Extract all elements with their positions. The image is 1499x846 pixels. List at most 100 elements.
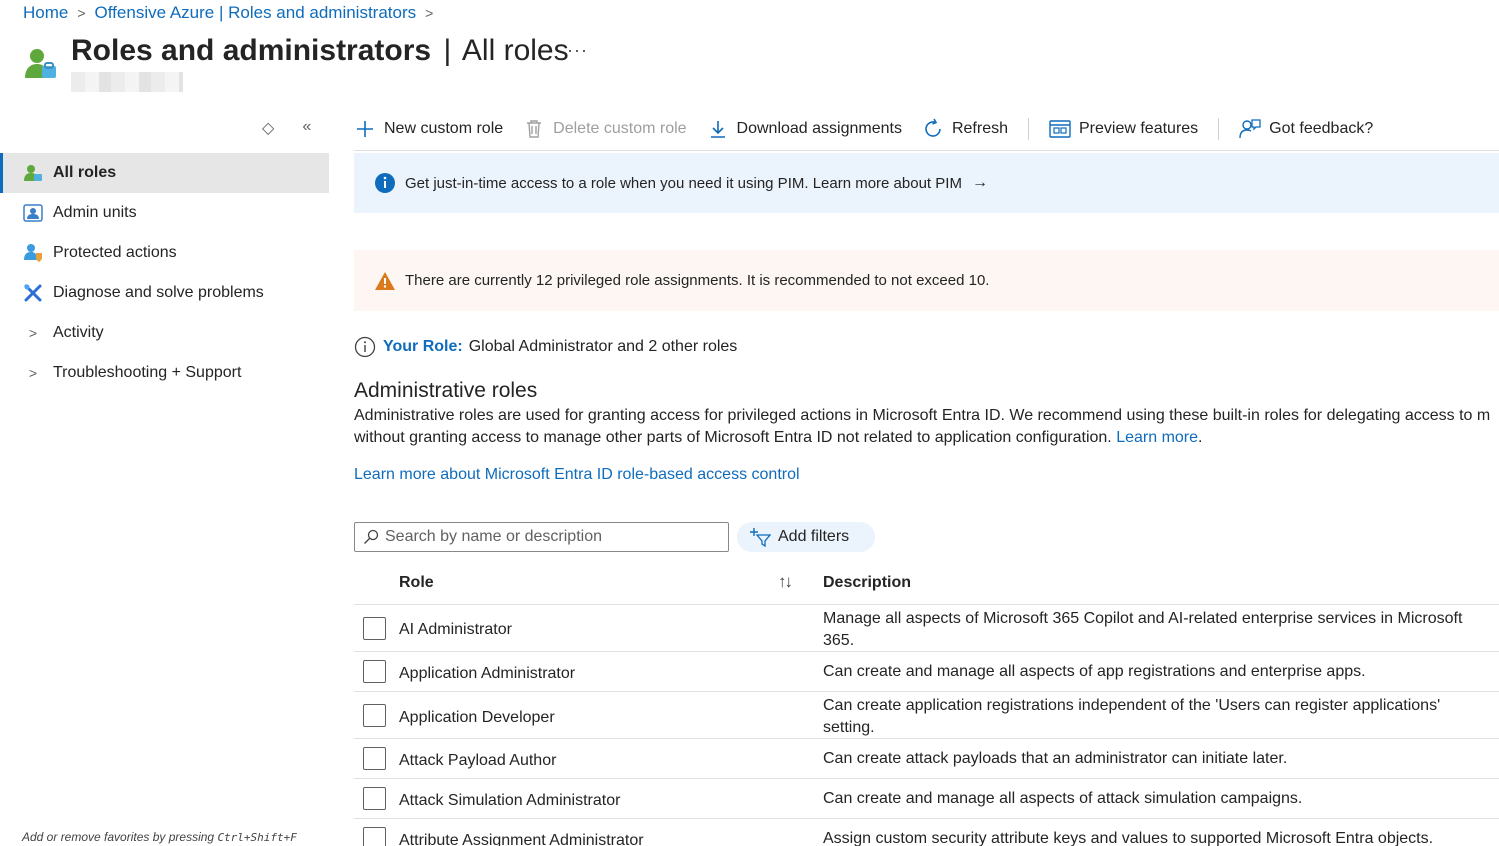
period: . [1198,429,1203,446]
role-description: Can create and manage all aspects of att… [823,790,1303,807]
page-title-divider: | [443,34,452,67]
chevron-right-icon: > [425,5,434,21]
chevron-right-icon: > [28,325,38,341]
table-row: Application Administrator Can create and… [354,652,1499,692]
rbac-learn-more-link[interactable]: Learn more about Microsoft Entra ID role… [354,466,800,484]
sidebar-item-label: Diagnose and solve problems [53,284,264,301]
column-header-description: Description [823,574,912,591]
download-assignments-button[interactable]: Download assignments [707,118,902,140]
table-row: AI Administrator Manage all aspects of M… [354,605,1499,652]
page-title: Roles and administrators | All roles [71,34,569,68]
sidebar-item-activity[interactable]: > Activity [0,313,329,353]
expand-collapse-icon[interactable]: ◇ [262,118,274,138]
role-name[interactable]: Attribute Assignment Administrator [399,832,644,846]
got-feedback-label: Got feedback? [1269,120,1374,137]
refresh-label: Refresh [951,120,1008,137]
row-checkbox[interactable] [363,660,386,683]
sidebar-item-label: Protected actions [53,244,177,261]
plus-icon [354,118,376,140]
warning-text: There are currently 12 privileged role a… [405,272,990,289]
favorites-hint-text: Add or remove favorites by pressing [22,830,215,844]
roles-table: AI Administrator Manage all aspects of M… [354,605,1499,846]
table-row: Attack Payload Author Can create attack … [354,739,1499,779]
favorites-hint: Add or remove favorites by pressing Ctrl… [22,830,297,844]
admin-units-icon [23,203,43,223]
row-checkbox[interactable] [363,617,386,640]
chevron-right-icon: > [77,5,86,21]
pim-info-banner: Get just-in-time access to a role when y… [354,153,1499,213]
sidebar-item-all-roles[interactable]: All roles [0,153,329,193]
privileged-assignments-warning: There are currently 12 privileged role a… [354,250,1499,311]
sidebar-item-troubleshooting[interactable]: > Troubleshooting + Support [0,353,329,393]
warning-icon [374,270,396,292]
role-name[interactable]: Attack Payload Author [399,752,556,770]
sidebar: All roles Admin units Protected actions … [0,153,329,393]
download-assignments-label: Download assignments [736,120,902,137]
table-row: Attribute Assignment Administrator Assig… [354,819,1499,846]
add-filters-label: Add filters [778,528,850,545]
your-role-value: Global Administrator and 2 other roles [468,338,738,355]
table-row: Attack Simulation Administrator Can crea… [354,779,1499,819]
nav-tools: ◇ « [262,118,311,138]
sidebar-item-protected-actions[interactable]: Protected actions [0,233,329,273]
role-name[interactable]: Attack Simulation Administrator [399,792,620,810]
roles-icon [23,163,43,183]
search-input[interactable]: Search by name or description [354,522,729,552]
sidebar-item-label: Admin units [53,204,137,221]
role-name[interactable]: Application Administrator [399,665,575,683]
roles-admin-icon [25,49,56,78]
section-title: Administrative roles [354,379,538,402]
refresh-icon [922,118,944,140]
your-role-label[interactable]: Your Role: [383,338,463,356]
delete-custom-role-button[interactable]: Delete custom role [523,118,687,140]
role-name[interactable]: Application Developer [399,709,555,727]
role-description: Assign custom security attribute keys an… [823,830,1434,846]
breadcrumb-parent-link[interactable]: Offensive Azure | Roles and administrato… [95,3,417,23]
row-checkbox[interactable] [363,704,386,727]
sidebar-item-diagnose[interactable]: Diagnose and solve problems [0,273,329,313]
collapse-sidebar-icon[interactable]: « [302,118,311,138]
wrench-icon [23,283,43,303]
sidebar-item-label: Troubleshooting + Support [53,364,242,381]
trash-icon [523,118,545,140]
more-options-button[interactable]: ··· [567,40,588,61]
protected-actions-icon [23,243,43,263]
toolbar-divider [1028,118,1029,140]
page-title-main: Roles and administrators [71,34,432,67]
section-description: Administrative roles are used for granti… [354,405,1499,449]
search-icon [364,529,379,544]
learn-more-link[interactable]: Learn more [1116,429,1198,446]
sidebar-item-admin-units[interactable]: Admin units [0,193,329,233]
role-description: Manage all aspects of Microsoft 365 Copi… [823,610,1463,649]
add-filter-icon [750,528,771,547]
sort-icon[interactable]: ↑↓ [778,572,793,592]
got-feedback-button[interactable]: Got feedback? [1239,118,1373,140]
sidebar-item-label: All roles [53,164,117,181]
download-icon [707,118,729,140]
favorites-hint-keys: Ctrl+Shift+F [217,831,297,844]
command-bar: New custom role Delete custom role Downl… [354,114,1393,144]
row-checkbox[interactable] [363,787,386,810]
preview-features-button[interactable]: Preview features [1049,118,1198,140]
arrow-right-icon[interactable]: → [972,174,988,192]
table-header: Role ↑↓ Description [354,566,1499,605]
toolbar-bottom-divider [354,150,1499,151]
row-checkbox[interactable] [363,747,386,770]
role-name[interactable]: AI Administrator [399,621,512,639]
breadcrumb-home-link[interactable]: Home [23,3,68,23]
sidebar-item-label: Activity [53,324,104,341]
preview-features-icon [1049,118,1071,140]
pim-info-text[interactable]: Get just-in-time access to a role when y… [405,175,962,192]
new-custom-role-button[interactable]: New custom role [354,118,503,140]
preview-features-label: Preview features [1079,120,1199,137]
row-checkbox[interactable] [363,827,386,846]
breadcrumb: Home > Offensive Azure | Roles and admin… [23,2,442,24]
role-description: Can create application registrations ind… [823,697,1441,736]
refresh-button[interactable]: Refresh [922,118,1008,140]
redacted-subtitle [71,72,183,92]
column-header-role[interactable]: Role [399,574,434,592]
section-description-line1: Administrative roles are used for granti… [354,407,1491,424]
page-title-sub: All roles [461,34,569,67]
table-row: Application Developer Can create applica… [354,692,1499,739]
add-filters-button[interactable]: Add filters [737,522,875,552]
